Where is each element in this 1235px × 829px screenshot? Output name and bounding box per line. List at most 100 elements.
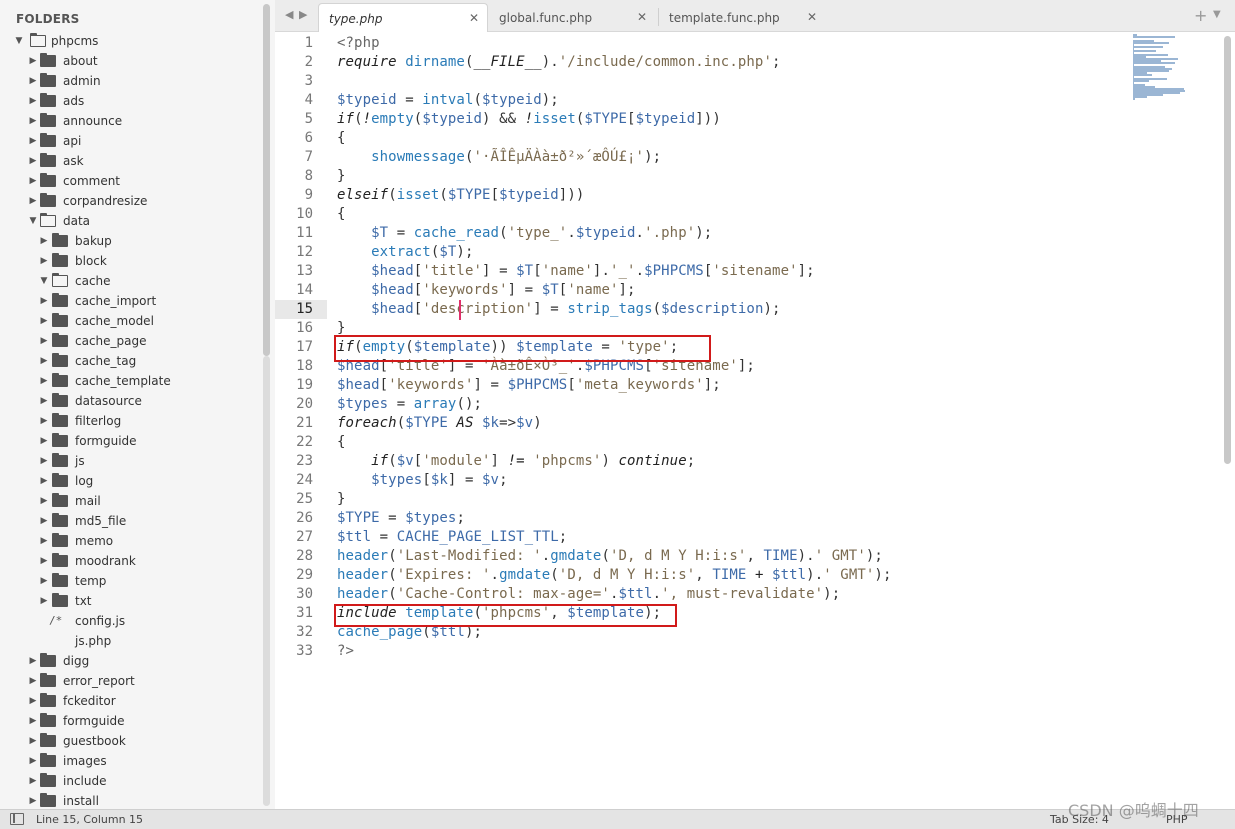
code-line[interactable]: if(empty($template)) $template = 'type'; [337,338,678,357]
code-line[interactable]: ?> [337,642,354,661]
tree-item[interactable]: ▶ bakup [0,231,262,251]
code-line[interactable]: $types = array(); [337,395,482,414]
disclosure-closed-icon[interactable]: ▶ [28,74,38,88]
disclosure-closed-icon[interactable]: ▶ [28,794,38,808]
disclosure-closed-icon[interactable]: ▶ [39,514,49,528]
tree-item[interactable]: ▶ images [0,751,262,771]
code-line[interactable]: showmessage('·ÃÎÊµÄÀà±ð²»´æÔÚ£¡'); [337,148,661,167]
code-editor[interactable]: 1 2 3 4 5 6 7 8 9 10 11 12 13 14 15 16 17 18 19 20 21 22 23 24 2… [275,32,1235,809]
disclosure-closed-icon[interactable]: ▶ [28,174,38,188]
disclosure-closed-icon[interactable]: ▶ [39,494,49,508]
code-line[interactable]: include template('phpcms', $template); [337,604,661,623]
code-line[interactable]: if(!empty($typeid) && !isset($TYPE[$type… [337,110,721,129]
disclosure-closed-icon[interactable]: ▶ [39,294,49,308]
disclosure-closed-icon[interactable]: ▶ [28,114,38,128]
tree-item[interactable]: ▶ formguide [0,431,262,451]
tree-item[interactable]: ▶ cache_model [0,311,262,331]
tree-item[interactable]: ▶ formguide [0,711,262,731]
disclosure-closed-icon[interactable]: ▶ [28,94,38,108]
tree-item[interactable]: ▶ install [0,791,262,809]
editor-scrollbar-thumb[interactable] [1224,36,1231,464]
code-line[interactable]: $ttl = CACHE_PAGE_LIST_TTL; [337,528,567,547]
disclosure-closed-icon[interactable]: ▶ [28,54,38,68]
tree-item[interactable]: ▶ ads [0,91,262,111]
code-line[interactable]: elseif(isset($TYPE[$typeid])) [337,186,584,205]
tree-item[interactable]: ▶ cache_template [0,371,262,391]
tree-item[interactable]: ▶ corpandresize [0,191,262,211]
new-tab-icon[interactable]: + [1194,6,1207,25]
disclosure-closed-icon[interactable]: ▶ [28,754,38,768]
tree-item[interactable]: ▼ phpcms [0,31,262,51]
code-line[interactable]: $head['description'] = strip_tags($descr… [337,300,781,319]
disclosure-closed-icon[interactable]: ▶ [39,434,49,448]
close-tab-icon[interactable]: ✕ [637,10,647,24]
code-line[interactable]: $types[$k] = $v; [337,471,508,490]
tree-item[interactable]: ▶ digg [0,651,262,671]
tree-item[interactable]: ▶ md5_file [0,511,262,531]
tab-type-php[interactable]: type.php ✕ [318,3,488,32]
tree-item[interactable]: ▼ data [0,211,262,231]
tab-scroll-left-icon[interactable]: ◀ [285,8,293,21]
tree-item[interactable]: ▶ mail [0,491,262,511]
close-tab-icon[interactable]: ✕ [807,10,817,24]
tree-item[interactable]: ▶ moodrank [0,551,262,571]
code-line[interactable]: header('Cache-Control: max-age='.$ttl.',… [337,585,840,604]
tab-scroll-right-icon[interactable]: ▶ [299,8,307,21]
code-line[interactable]: { [337,129,346,148]
code-line[interactable]: } [337,167,346,186]
disclosure-closed-icon[interactable]: ▶ [39,234,49,248]
tree-item[interactable]: ▶ fckeditor [0,691,262,711]
tree-item[interactable]: ▼ cache [0,271,262,291]
tree-item[interactable]: ▶ guestbook [0,731,262,751]
disclosure-closed-icon[interactable]: ▶ [39,534,49,548]
tab-global-func-php[interactable]: global.func.php ✕ [489,3,657,32]
code-line[interactable]: header('Expires: '.gmdate('D, d M Y H:i:… [337,566,891,585]
disclosure-closed-icon[interactable]: ▶ [39,374,49,388]
tree-item[interactable]: js.php [0,631,262,651]
code-line[interactable]: $typeid = intval($typeid); [337,91,559,110]
disclosure-closed-icon[interactable]: ▶ [39,254,49,268]
tree-item[interactable]: ▶ include [0,771,262,791]
disclosure-closed-icon[interactable]: ▶ [39,574,49,588]
disclosure-closed-icon[interactable]: ▶ [28,154,38,168]
disclosure-closed-icon[interactable]: ▶ [28,134,38,148]
tree-item[interactable]: ▶ ask [0,151,262,171]
disclosure-closed-icon[interactable]: ▶ [39,334,49,348]
tab-menu-chevron-icon[interactable]: ▼ [1213,9,1221,20]
disclosure-closed-icon[interactable]: ▶ [39,594,49,608]
tree-item[interactable]: ▶ js [0,451,262,471]
code-line[interactable]: foreach($TYPE AS $k=>$v) [337,414,542,433]
code-line[interactable]: <?php [337,34,380,53]
disclosure-open-icon[interactable]: ▼ [28,214,38,228]
tree-item[interactable]: ▶ temp [0,571,262,591]
disclosure-closed-icon[interactable]: ▶ [39,554,49,568]
code-line[interactable]: } [337,490,346,509]
code-line[interactable]: if($v['module'] != 'phpcms') continue; [337,452,695,471]
code-line[interactable]: require dirname(__FILE__).'/include/comm… [337,53,781,72]
disclosure-closed-icon[interactable]: ▶ [28,714,38,728]
disclosure-closed-icon[interactable]: ▶ [28,674,38,688]
code-line[interactable]: { [337,433,346,452]
code-line[interactable]: $head['keywords'] = $PHPCMS['meta_keywor… [337,376,721,395]
code-line[interactable]: $TYPE = $types; [337,509,465,528]
tree-item[interactable]: ▶ cache_tag [0,351,262,371]
tree-item[interactable]: ▶ block [0,251,262,271]
minimap[interactable] [1133,34,1203,104]
disclosure-closed-icon[interactable]: ▶ [28,654,38,668]
tree-item[interactable]: ▶ txt [0,591,262,611]
panel-toggle-icon[interactable] [10,813,24,825]
tree-item[interactable]: ▶ error_report [0,671,262,691]
code-line[interactable]: extract($T); [337,243,473,262]
code-line[interactable]: $T = cache_read('type_'.$typeid.'.php'); [337,224,712,243]
close-tab-icon[interactable]: ✕ [469,11,479,25]
tree-item[interactable]: ▶ comment [0,171,262,191]
disclosure-closed-icon[interactable]: ▶ [39,314,49,328]
code-line[interactable]: $head['keywords'] = $T['name']; [337,281,636,300]
code-line[interactable]: { [337,205,346,224]
tree-item[interactable]: ▶ datasource [0,391,262,411]
tree-item[interactable]: /* config.js [0,611,262,631]
disclosure-open-icon[interactable]: ▼ [39,274,49,288]
tree-item[interactable]: ▶ announce [0,111,262,131]
disclosure-closed-icon[interactable]: ▶ [39,414,49,428]
sidebar-scrollbar-thumb[interactable] [263,4,270,356]
